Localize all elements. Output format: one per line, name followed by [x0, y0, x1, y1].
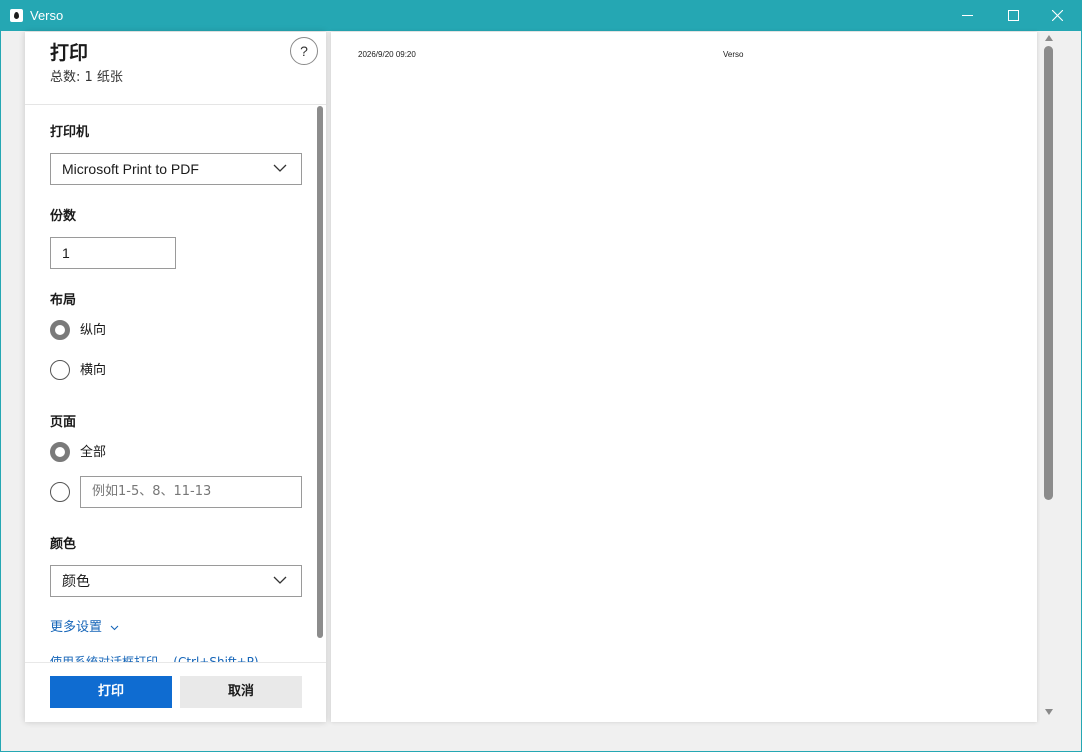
title-bar: Verso	[0, 0, 1082, 31]
landscape-label: 横向	[80, 363, 107, 378]
chevron-down-icon	[273, 576, 287, 584]
radio-page-range[interactable]	[50, 482, 70, 502]
settings-scrollbar[interactable]	[317, 106, 323, 638]
copies-label: 份数	[50, 209, 77, 224]
printer-select[interactable]: Microsoft Print to PDF	[50, 153, 302, 185]
sheet-count: 总数: 1 纸张	[50, 70, 123, 85]
print-preview-page: 2026/9/20 09:20 Verso	[331, 32, 1037, 722]
portrait-label: 纵向	[80, 323, 107, 338]
preview-header-date: 2026/9/20 09:20	[358, 50, 416, 59]
more-settings-link[interactable]: 更多设置	[50, 619, 119, 636]
maximize-icon	[1007, 10, 1019, 21]
help-button[interactable]: ?	[290, 37, 318, 65]
radio-portrait[interactable]	[50, 320, 70, 340]
close-icon	[1051, 10, 1063, 21]
preview-header-title: Verso	[723, 50, 744, 59]
scroll-up-icon	[1045, 35, 1053, 41]
color-selected-value: 颜色	[62, 573, 90, 589]
chevron-down-icon	[110, 625, 119, 630]
app-icon	[10, 9, 23, 22]
window-title: Verso	[30, 8, 64, 23]
panel-header: 打印 总数: 1 纸张 ?	[25, 32, 326, 105]
panel-footer: 打印 取消	[25, 662, 326, 722]
printer-label: 打印机	[50, 125, 90, 140]
close-button[interactable]	[1034, 0, 1080, 31]
system-dialog-link[interactable]: 使用系统对话框打印... (Ctrl+Shift+P)	[50, 654, 259, 662]
settings-scroll-area: 打印机 Microsoft Print to PDF 份数 1 布局 纵向 横向…	[25, 106, 326, 662]
radio-landscape[interactable]	[50, 360, 70, 380]
dialog-title: 打印	[50, 42, 89, 64]
pages-label: 页面	[50, 415, 77, 430]
color-label: 颜色	[50, 537, 77, 552]
layout-label: 布局	[50, 293, 77, 308]
color-select[interactable]: 颜色	[50, 565, 302, 597]
minimize-icon	[961, 15, 973, 16]
cancel-button[interactable]: 取消	[180, 676, 302, 708]
preview-scrollbar[interactable]	[1040, 32, 1058, 722]
preview-scroll-thumb[interactable]	[1044, 46, 1053, 500]
print-settings-panel: 打印 总数: 1 纸张 ? 打印机 Microsoft Print to PDF…	[25, 32, 326, 722]
more-settings-text: 更多设置	[50, 620, 103, 635]
copies-input[interactable]: 1	[50, 237, 176, 269]
print-button[interactable]: 打印	[50, 676, 172, 708]
all-pages-label: 全部	[80, 445, 107, 460]
chevron-down-icon	[273, 164, 287, 172]
minimize-button[interactable]	[944, 0, 990, 31]
maximize-button[interactable]	[990, 0, 1036, 31]
page-range-input[interactable]: 例如1-5、8、11-13	[80, 476, 302, 508]
radio-all-pages[interactable]	[50, 442, 70, 462]
printer-selected-value: Microsoft Print to PDF	[62, 161, 199, 177]
scroll-down-icon	[1045, 709, 1053, 715]
